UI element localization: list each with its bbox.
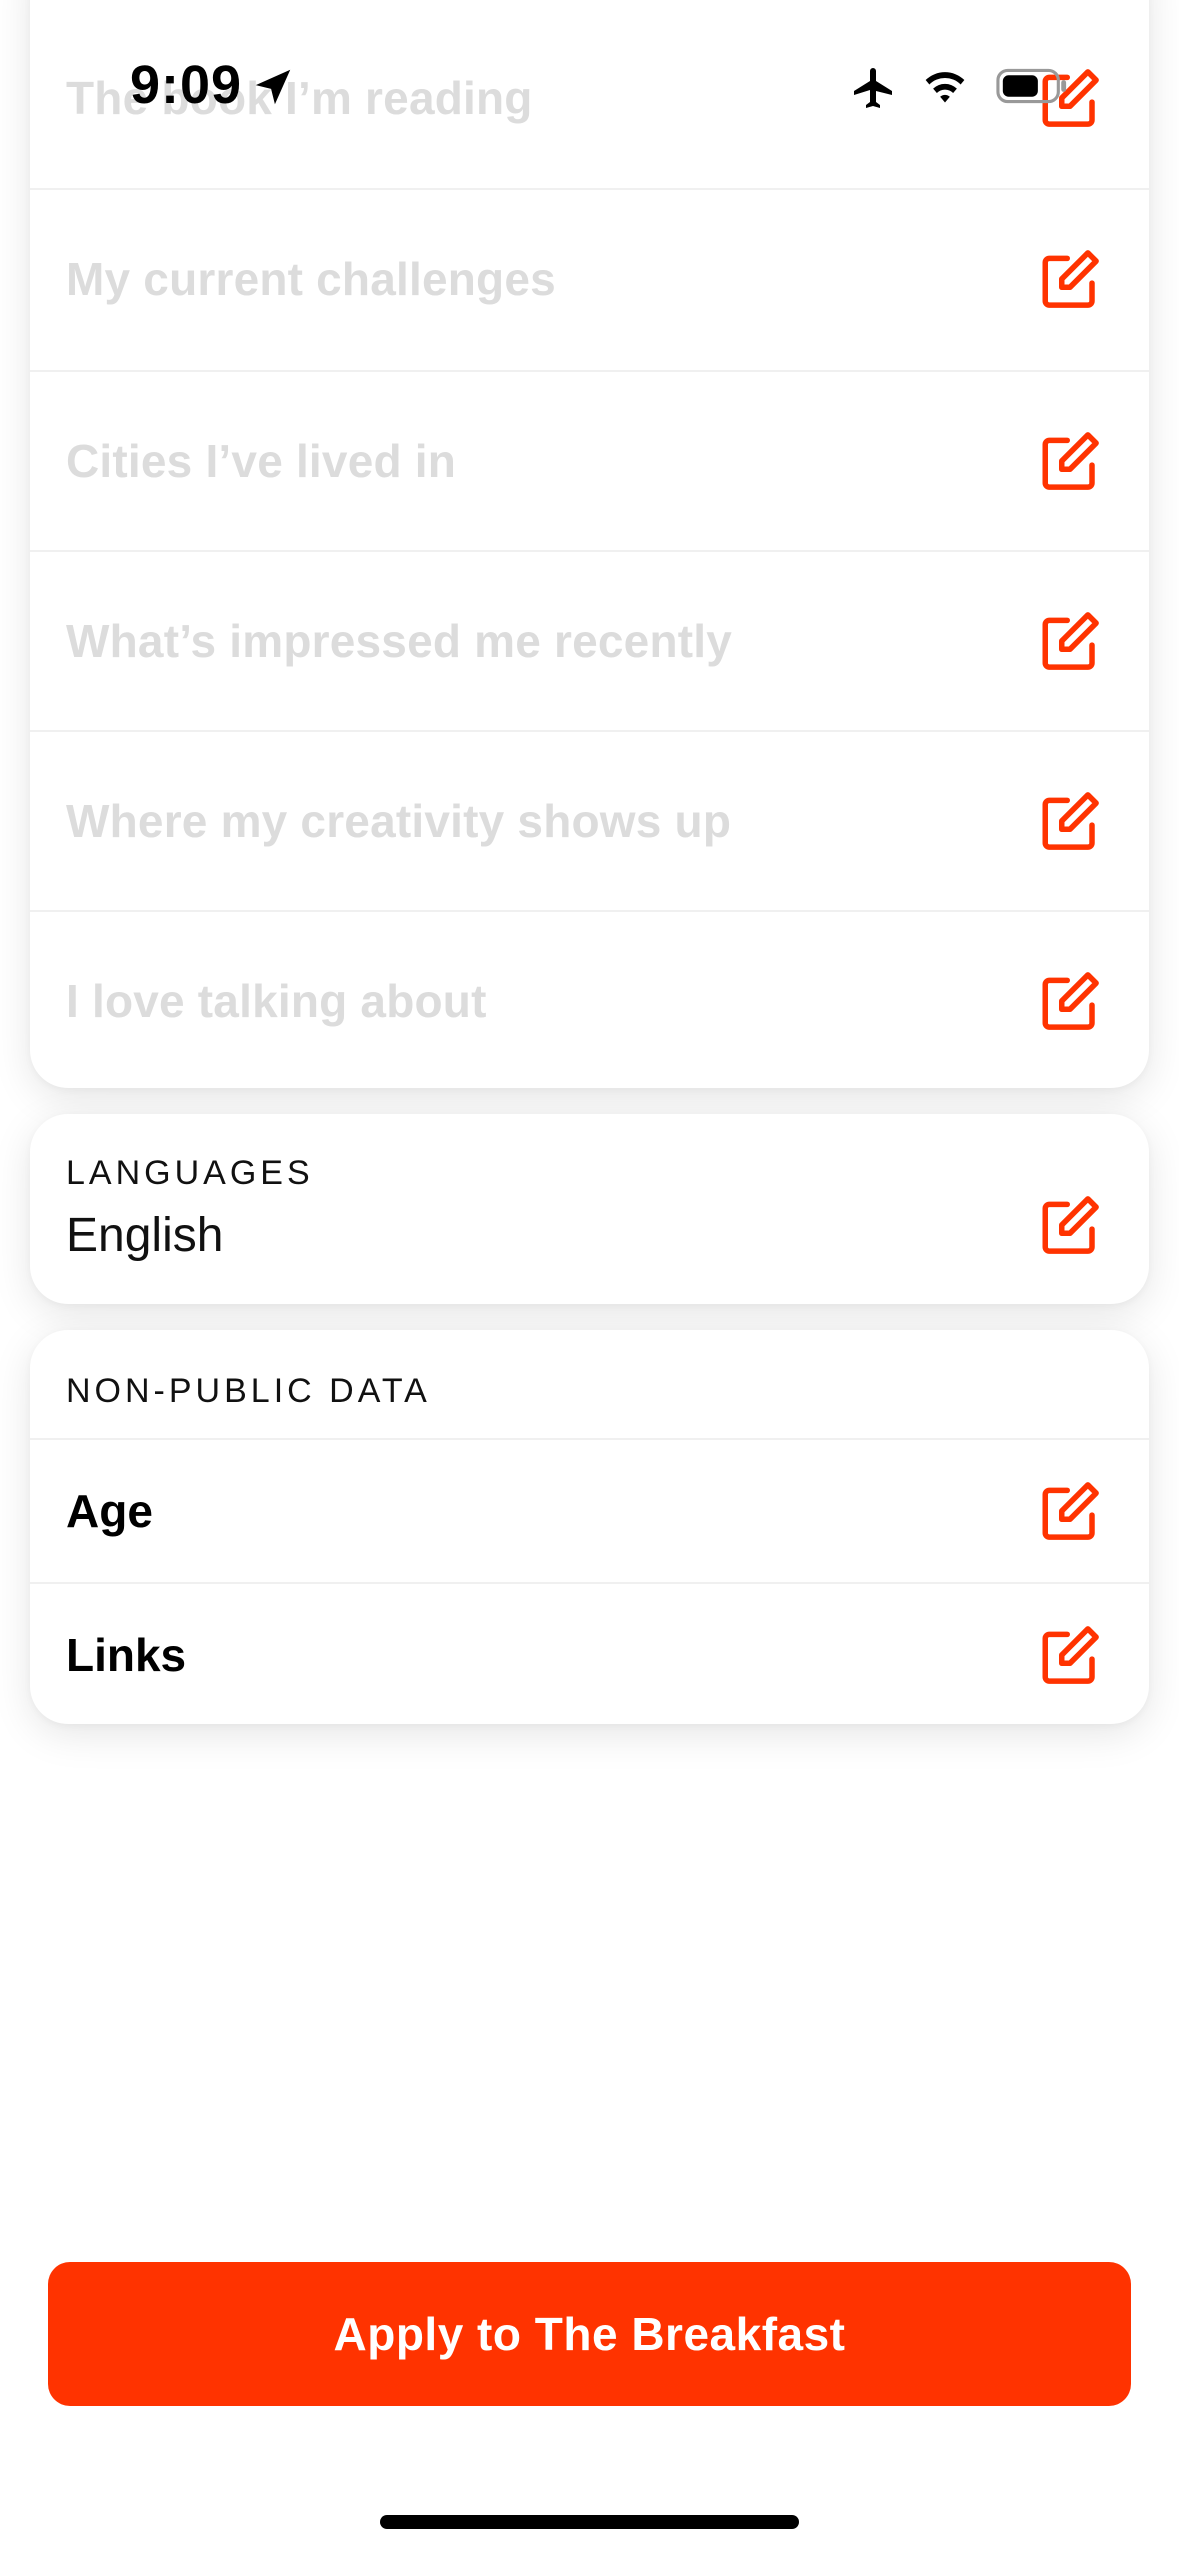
languages-card[interactable]: LANGUAGES English	[30, 1114, 1149, 1304]
prompt-label: My current challenges	[66, 253, 556, 305]
status-bar: 9:09	[0, 0, 1179, 150]
edit-icon[interactable]	[1037, 428, 1103, 494]
edit-icon[interactable]	[1037, 1478, 1103, 1544]
non-public-heading: NON-PUBLIC DATA	[66, 1372, 431, 1410]
non-public-row-links[interactable]: Links	[30, 1584, 1149, 1726]
languages-value: English	[66, 1209, 224, 1262]
edit-icon[interactable]	[1037, 608, 1103, 674]
non-public-data-card: NON-PUBLIC DATA Age Links	[30, 1330, 1149, 1724]
prompts-card: The book I’m reading My current challeng…	[30, 0, 1149, 1088]
profile-edit-screen: The book I’m reading My current challeng…	[0, 0, 1179, 2556]
prompt-row[interactable]: Cities I’ve lived in	[30, 371, 1149, 551]
apply-button[interactable]: Apply to The Breakfast	[48, 2262, 1131, 2406]
status-time: 9:09	[130, 55, 243, 115]
airplane-mode-icon	[848, 64, 900, 112]
prompt-row[interactable]: My current challenges	[30, 189, 1149, 369]
non-public-row-age[interactable]: Age	[30, 1440, 1149, 1582]
wifi-icon	[918, 64, 972, 108]
edit-icon[interactable]	[1037, 1622, 1103, 1688]
languages-heading: LANGUAGES	[66, 1154, 314, 1192]
prompt-label: Cities I’ve lived in	[66, 435, 457, 487]
apply-button-label: Apply to The Breakfast	[333, 2308, 846, 2360]
edit-icon[interactable]	[1037, 968, 1103, 1034]
prompt-row[interactable]: What’s impressed me recently	[30, 551, 1149, 731]
prompt-row[interactable]: I love talking about	[30, 911, 1149, 1091]
home-indicator[interactable]	[380, 2515, 799, 2529]
prompt-label: I love talking about	[66, 975, 487, 1027]
edit-icon[interactable]	[1037, 788, 1103, 854]
non-public-label: Links	[66, 1629, 187, 1681]
prompt-label: What’s impressed me recently	[66, 615, 733, 667]
prompt-label: Where my creativity shows up	[66, 795, 732, 847]
location-arrow-icon	[250, 64, 296, 110]
prompt-row[interactable]: Where my creativity shows up	[30, 731, 1149, 911]
edit-icon[interactable]	[1037, 246, 1103, 312]
battery-icon	[996, 66, 1070, 106]
edit-icon[interactable]	[1037, 1192, 1103, 1258]
non-public-label: Age	[66, 1485, 153, 1537]
